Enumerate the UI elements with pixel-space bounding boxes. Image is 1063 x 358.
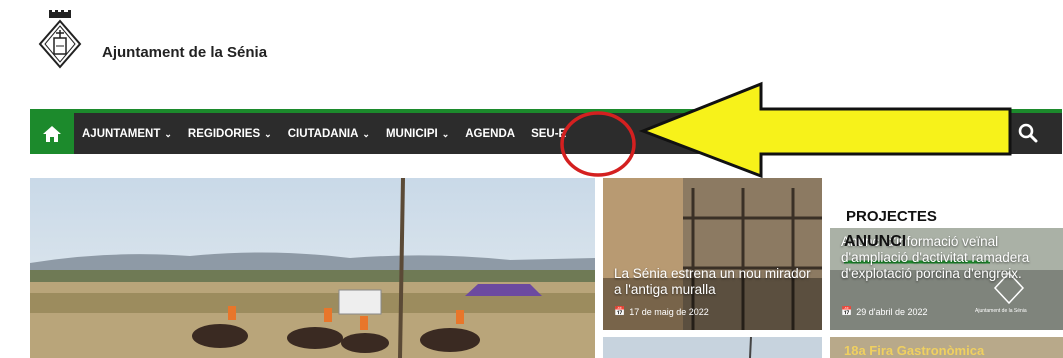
search-icon[interactable] <box>1018 123 1038 143</box>
calendar-icon: 📅 <box>841 306 853 316</box>
watermark: Ajuntament de la Sénia <box>975 308 1027 314</box>
card-title[interactable]: La Sénia estrena un nou mirador a l'anti… <box>614 266 814 298</box>
nav-item-ajuntament[interactable]: AJUNTAMENT ⌄ <box>82 128 172 140</box>
card-image <box>603 337 822 358</box>
nav-item-label: CIUTADANIA <box>287 127 359 140</box>
nav-item-label: SEU-E <box>531 127 567 140</box>
chevron-down-icon: ⌄ <box>264 128 272 139</box>
card-date: 📅 17 de maig de 2022 <box>614 306 709 317</box>
news-card-mirador[interactable]: La Sénia estrena un nou mirador a l'anti… <box>603 178 822 330</box>
card-title[interactable]: 18a Fira Gastronòmica <box>844 343 984 358</box>
news-card-fira[interactable]: 18a Fira Gastronòmica <box>830 337 1063 358</box>
nav-item-agenda[interactable]: AGENDA <box>465 128 515 140</box>
card-date: 📅 29 d'abril de 2022 <box>841 306 928 317</box>
news-card-anunci[interactable]: PROJECTES ANUNCI Anunci d'informació veï… <box>830 178 1063 330</box>
municipal-shield-icon[interactable] <box>32 10 92 72</box>
site-title[interactable]: Ajuntament de la Sénia <box>102 44 267 61</box>
nav-item-municipi[interactable]: MUNICIPI ⌄ <box>386 128 449 140</box>
nav-item-label: AJUNTAMENT <box>82 127 161 140</box>
calendar-icon: 📅 <box>614 306 626 316</box>
nav-item-label: REGIDORIES <box>187 127 261 140</box>
nav-item-seu-e[interactable]: SEU-E <box>531 128 566 140</box>
hero-image[interactable] <box>30 178 595 358</box>
anunci-label: ANUNCI <box>844 233 907 250</box>
card-date-text: 17 de maig de 2022 <box>629 306 709 317</box>
home-button[interactable] <box>30 113 74 154</box>
nav-item-label: AGENDA <box>465 127 516 140</box>
news-card-partial[interactable] <box>603 337 822 358</box>
main-navbar: AJUNTAMENT ⌄ REGIDORIES ⌄ CIUTADANIA ⌄ MUNICIP… <box>30 109 1062 154</box>
chevron-down-icon: ⌄ <box>441 128 450 139</box>
nav-item-regidories[interactable]: REGIDORIES ⌄ <box>188 128 272 140</box>
home-icon <box>43 125 61 142</box>
nav-item-label: MUNICIPI <box>385 127 438 140</box>
chevron-down-icon: ⌄ <box>164 128 172 139</box>
card-date-text: 29 d'abril de 2022 <box>856 306 928 317</box>
chevron-down-icon: ⌄ <box>362 128 370 139</box>
nav-menu: AJUNTAMENT ⌄ REGIDORIES ⌄ CIUTADANIA ⌄ MUNICIP… <box>82 113 582 154</box>
nav-item-ciutadania[interactable]: CIUTADANIA ⌄ <box>288 128 370 140</box>
